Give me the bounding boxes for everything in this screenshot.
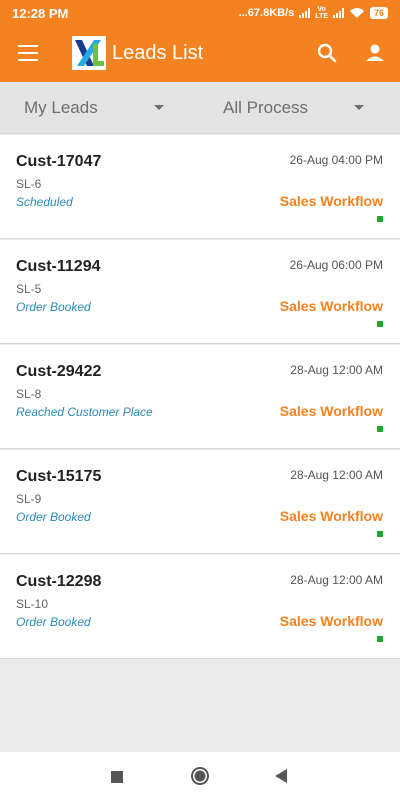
lead-workflow: Sales Workflow bbox=[279, 613, 383, 629]
system-nav-bar bbox=[0, 752, 400, 800]
filter-bar: My Leads All Process bbox=[0, 82, 400, 134]
customer-name: Cust-11294 bbox=[16, 258, 101, 275]
app-logo bbox=[72, 36, 106, 70]
lead-card[interactable]: Cust-15175 SL-9 Order Booked 28-Aug 12:0… bbox=[0, 450, 400, 554]
recents-icon[interactable] bbox=[111, 770, 123, 788]
chevron-down-icon bbox=[154, 105, 164, 110]
page-title: Leads List bbox=[112, 42, 204, 64]
signal-icon-2 bbox=[332, 8, 344, 18]
status-indicators: ...67.8KB/s Vo LTE 76 bbox=[239, 6, 388, 20]
lead-card[interactable]: Cust-29422 SL-8 Reached Customer Place 2… bbox=[0, 345, 400, 449]
lead-card[interactable]: Cust-12298 SL-10 Order Booked 28-Aug 12:… bbox=[0, 555, 400, 659]
lead-workflow: Sales Workflow bbox=[279, 193, 383, 209]
signal-icon bbox=[299, 8, 311, 18]
status-indicator bbox=[377, 216, 383, 222]
lead-card[interactable]: Cust-11294 SL-5 Order Booked 26-Aug 06:0… bbox=[0, 240, 400, 344]
lead-date: 26-Aug 04:00 PM bbox=[289, 153, 383, 167]
customer-name: Cust-12298 bbox=[16, 573, 102, 590]
lead-date: 28-Aug 12:00 AM bbox=[290, 573, 383, 587]
lead-workflow: Sales Workflow bbox=[279, 403, 383, 419]
lead-card[interactable]: Cust-17047 SL-6 Scheduled 26-Aug 04:00 P… bbox=[0, 135, 400, 239]
home-icon[interactable] bbox=[190, 766, 210, 791]
process-filter-dropdown[interactable]: All Process bbox=[223, 82, 373, 134]
leads-list: Cust-17047 SL-6 Scheduled 26-Aug 04:00 P… bbox=[0, 135, 400, 660]
lead-sl: SL-6 bbox=[16, 177, 42, 191]
leads-filter-value: My Leads bbox=[24, 98, 98, 117]
lead-sl: SL-9 bbox=[16, 492, 42, 506]
customer-name: Cust-15175 bbox=[16, 468, 102, 485]
lead-sl: SL-10 bbox=[16, 597, 49, 611]
lead-status: Reached Customer Place bbox=[16, 405, 153, 419]
leads-filter-dropdown[interactable]: My Leads bbox=[24, 82, 174, 134]
lead-workflow: Sales Workflow bbox=[279, 508, 383, 524]
battery-icon: 76 bbox=[369, 7, 388, 19]
search-icon[interactable] bbox=[314, 40, 340, 66]
lead-status: Order Booked bbox=[16, 300, 91, 314]
status-time: 12:28 PM bbox=[12, 5, 69, 21]
account-icon[interactable] bbox=[362, 40, 388, 66]
lead-status: Scheduled bbox=[16, 195, 73, 209]
lead-sl: SL-5 bbox=[16, 282, 42, 296]
lead-date: 28-Aug 12:00 AM bbox=[290, 363, 383, 377]
lead-date: 26-Aug 06:00 PM bbox=[289, 258, 383, 272]
network-speed: ...67.8KB/s bbox=[238, 7, 295, 19]
lead-status: Order Booked bbox=[16, 615, 91, 629]
customer-name: Cust-17047 bbox=[16, 153, 102, 170]
menu-icon[interactable] bbox=[18, 45, 38, 61]
status-bar: 12:28 PM ...67.8KB/s Vo LTE 76 bbox=[0, 0, 400, 26]
status-indicator bbox=[377, 636, 383, 642]
lead-sl: SL-8 bbox=[16, 387, 42, 401]
process-filter-value: All Process bbox=[223, 98, 309, 117]
status-indicator bbox=[377, 426, 383, 432]
lead-status: Order Booked bbox=[16, 510, 91, 524]
status-indicator bbox=[377, 321, 383, 327]
customer-name: Cust-29422 bbox=[16, 363, 102, 380]
back-icon[interactable] bbox=[274, 769, 288, 788]
volte-icon: Vo LTE bbox=[315, 6, 328, 20]
wifi-icon bbox=[349, 8, 364, 18]
status-indicator bbox=[377, 531, 383, 537]
app-bar: Leads List bbox=[0, 26, 400, 82]
chevron-down-icon bbox=[354, 105, 364, 110]
lead-date: 28-Aug 12:00 AM bbox=[290, 468, 383, 482]
lead-workflow: Sales Workflow bbox=[279, 298, 383, 314]
